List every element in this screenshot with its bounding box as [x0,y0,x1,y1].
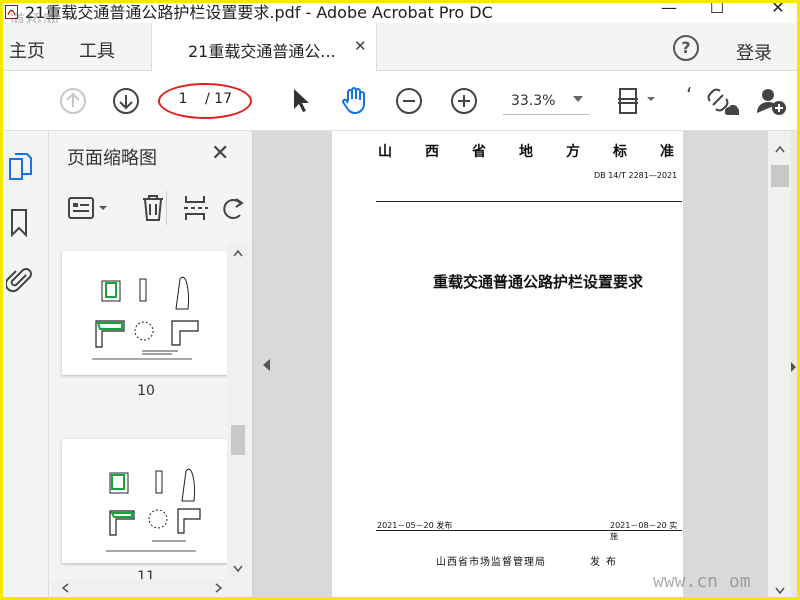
collapse-panel-icon[interactable] [263,359,270,371]
standard-category-char: 山 [378,144,392,160]
thumbnail-horizontal-scrollbar[interactable] [51,579,249,597]
maximize-button[interactable]: ☐ [705,3,729,17]
tab-home[interactable]: 主页 [9,37,45,63]
zoom-in-icon[interactable] [450,87,478,115]
thumbnail-scrollbar[interactable] [227,243,249,579]
rotate-page-icon[interactable] [222,193,246,223]
previous-page-icon[interactable] [59,87,87,115]
page-thumbnails-icon[interactable] [6,151,34,183]
scroll-up-icon[interactable] [233,249,243,257]
help-button[interactable]: ? [673,35,699,61]
tab-document[interactable]: 21重载交通普通公... ✕ [151,23,377,71]
document-tab-label: 21重载交通普通公... [188,42,336,61]
app-window: 21重载交通普通公路护栏设置要求.pdf - Adobe Acrobat Pro… [3,3,797,597]
standard-category-char: 标 [613,144,627,160]
attachment-icon[interactable] [6,263,34,295]
thumbnail-page-11[interactable] [62,439,230,563]
standard-category-char: 方 [566,144,580,160]
title-bar: 21重载交通普通公路护栏设置要求.pdf - Adobe Acrobat Pro… [3,3,797,30]
bookmark-icon[interactable] [9,207,29,239]
panel-title: 页面缩略图 [67,148,157,169]
scroll-right-icon[interactable] [215,583,223,593]
window-title: 21重载交通普通公路护栏设置要求.pdf - Adobe Acrobat Pro… [25,3,493,22]
standard-category-char: 省 [472,144,486,160]
toolbar-divider [166,191,167,225]
watermark-url: www.cn om [653,571,751,592]
standard-category-char: 西 [425,144,439,160]
toolbar-overflow-icon[interactable]: ‘ [686,83,692,107]
document-title: 重载交通普通公路护栏设置要求 [432,273,643,291]
thumbnail-drawing-icon [106,468,201,552]
header-rule [376,201,682,202]
left-icon-rail [3,131,49,597]
share-link-icon[interactable] [703,85,739,117]
add-user-icon[interactable] [755,85,789,117]
standard-category-char: 准 [660,144,674,160]
standard-category-char: 地 [519,144,533,160]
scrollbar-thumb[interactable] [231,425,245,455]
pdf-page: 山 西 省 地 方 标 准 DB 14/T 2281—2021 重载交通普通公路… [332,131,683,597]
thumbnail-options-icon[interactable] [67,195,113,221]
scroll-down-icon[interactable] [775,587,785,595]
chevron-down-icon [573,96,583,102]
window-close-button[interactable]: ✕ [766,3,790,17]
zoom-select[interactable]: 33.3% [503,85,589,115]
issue-label: 发布 [590,557,622,568]
thumbnails-panel: 页面缩略图 ✕ 10 11 [49,131,253,597]
document-scrollbar[interactable] [767,131,791,597]
scroll-down-icon[interactable] [233,565,243,573]
footer-rule [376,530,682,531]
select-cursor-icon[interactable] [290,87,312,115]
toolbar: 1 / 17 33.3% ‘ [3,71,797,131]
document-viewport[interactable]: 山 西 省 地 方 标 准 DB 14/T 2281—2021 重载交通普通公路… [253,131,767,597]
scrollbar-thumb[interactable] [771,165,789,187]
login-button[interactable]: 登录 [736,39,772,65]
tab-bar: 主页 工具 21重载交通普通公... ✕ ? 登录 [3,23,797,71]
tab-tools[interactable]: 工具 [79,37,115,63]
expand-right-panel-icon[interactable] [791,361,797,373]
next-page-icon[interactable] [112,87,140,115]
scroll-up-icon[interactable] [775,145,785,153]
thumbnail-drawing-icon [92,276,199,360]
standard-number: DB 14/T 2281—2021 [594,171,678,180]
right-panel-edge [791,131,797,597]
scroll-left-icon[interactable] [61,583,69,593]
implement-date: 2021－08－20 实施 [610,521,678,541]
issuing-authority: 山西省市场监督管理局 [436,557,546,568]
hand-tool-icon[interactable] [340,85,370,115]
fit-page-icon[interactable] [615,85,659,117]
thumbnail-page-10[interactable] [62,251,230,375]
minimize-button[interactable]: — [657,3,681,17]
annotation-ellipse [158,83,252,119]
document-tab-close-button[interactable]: ✕ [354,37,367,55]
zoom-out-icon[interactable] [395,87,423,115]
panel-close-button[interactable]: ✕ [211,141,229,166]
delete-page-icon[interactable] [140,193,166,223]
zoom-value: 33.3% [511,93,556,109]
thumbnail-page-number: 10 [137,383,155,399]
insert-page-icon[interactable] [182,193,210,223]
